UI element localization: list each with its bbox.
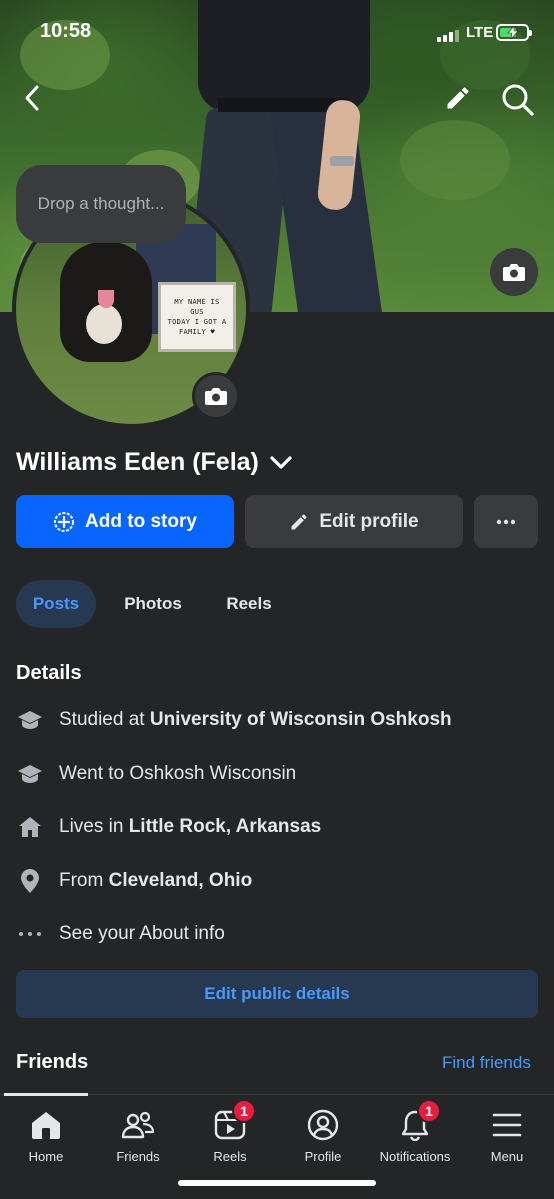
friends-icon: [121, 1111, 155, 1139]
edit-profile-button[interactable]: Edit profile: [245, 495, 463, 548]
nav-friends[interactable]: Friends: [92, 1107, 184, 1169]
camera-icon: [205, 388, 227, 405]
detail-bold[interactable]: Little Rock, Arkansas: [129, 816, 322, 837]
search-button[interactable]: [498, 80, 538, 120]
nav-profile[interactable]: Profile: [277, 1107, 369, 1169]
nav-label: Friends: [116, 1149, 160, 1164]
sign-line: FAMILY ♥: [178, 328, 216, 336]
add-circle-icon: [54, 511, 75, 532]
detail-education: Studied at University of Wisconsin Oshko…: [16, 702, 452, 738]
cover-person-watch: [330, 156, 354, 166]
find-friends-link[interactable]: Find friends: [442, 1053, 531, 1073]
cover-camera-button[interactable]: [490, 248, 538, 296]
back-button[interactable]: [14, 80, 50, 116]
notification-badge: 1: [417, 1099, 441, 1123]
search-icon: [502, 84, 534, 116]
tab-posts[interactable]: Posts: [16, 580, 96, 628]
avatar-dog-tongue: [98, 290, 114, 308]
active-tab-indicator: [4, 1093, 88, 1096]
letter-board-sign: MY NAME IS GUS TODAY I GOT A FAMILY ♥: [158, 282, 236, 352]
tab-reels[interactable]: Reels: [208, 580, 290, 628]
graduation-cap-icon: [16, 760, 44, 788]
detail-text: Lives in: [59, 816, 129, 837]
edit-public-details-label: Edit public details: [204, 984, 350, 1003]
status-time: 10:58: [40, 20, 92, 42]
profile-icon: [307, 1109, 339, 1141]
nav-label: Home: [28, 1149, 64, 1164]
detail-bold[interactable]: University of Wisconsin Oshkosh: [150, 709, 452, 730]
signal-icon: [437, 30, 459, 42]
profile-camera-button[interactable]: [192, 372, 240, 420]
home-icon: [32, 1112, 60, 1139]
location-pin-icon: [16, 867, 44, 895]
pencil-icon: [447, 87, 469, 109]
nav-reels[interactable]: 1 Reels: [184, 1099, 276, 1169]
nav-label: Profile: [304, 1149, 342, 1164]
thought-placeholder: Drop a thought...: [37, 194, 165, 213]
avatar-dog-chest: [86, 304, 122, 344]
profile-name: Williams Eden (Fela): [16, 448, 259, 476]
add-to-story-label: Add to story: [85, 510, 197, 532]
nav-menu[interactable]: Menu: [461, 1107, 553, 1169]
tab-photos[interactable]: Photos: [108, 580, 198, 628]
detail-text: See your About info: [59, 923, 225, 944]
status-bar: 10:58 LTE: [0, 0, 554, 62]
nav-label: Menu: [490, 1149, 524, 1164]
tab-label: Reels: [226, 594, 272, 613]
chevron-down-icon[interactable]: [269, 455, 293, 471]
nav-notifications[interactable]: 1 Notifications: [369, 1099, 461, 1169]
sign-line: MY NAME IS: [174, 298, 220, 306]
profile-name-row[interactable]: Williams Eden (Fela): [16, 448, 293, 477]
detail-school: Went to Oshkosh Wisconsin: [16, 756, 296, 792]
battery-icon: [496, 24, 532, 41]
home-indicator: [178, 1180, 376, 1186]
detail-bold[interactable]: Cleveland, Ohio: [109, 870, 253, 891]
network-label: LTE: [466, 24, 494, 41]
nav-label: Reels: [213, 1149, 247, 1164]
camera-icon: [503, 264, 525, 281]
edit-profile-label: Edit profile: [319, 510, 419, 532]
tab-label: Posts: [32, 594, 80, 613]
pencil-icon: [291, 513, 307, 529]
more-options-button[interactable]: [474, 495, 538, 548]
edit-cover-button[interactable]: [440, 80, 476, 116]
sign-line: TODAY I GOT A: [167, 318, 227, 326]
details-heading: Details: [16, 662, 82, 684]
thought-bubble[interactable]: Drop a thought...: [16, 165, 186, 243]
sign-line: GUS: [190, 308, 204, 316]
detail-text: Went to Oshkosh Wisconsin: [59, 763, 297, 784]
ellipsis-icon: [496, 519, 516, 524]
chevron-left-icon: [25, 85, 39, 111]
nav-label: Notifications: [379, 1149, 451, 1164]
detail-text: From: [59, 870, 109, 891]
graduation-cap-icon: [16, 706, 44, 734]
friends-heading: Friends: [16, 1051, 89, 1073]
edit-public-details-button[interactable]: Edit public details: [16, 970, 538, 1018]
foliage: [400, 120, 510, 200]
ellipsis-icon: [16, 920, 44, 948]
add-to-story-button[interactable]: Add to story: [16, 495, 234, 548]
detail-lives-in: Lives in Little Rock, Arkansas: [16, 809, 321, 845]
detail-about-info[interactable]: See your About info: [16, 916, 225, 952]
house-icon: [16, 813, 44, 841]
detail-text: Studied at: [59, 709, 150, 730]
detail-hometown: From Cleveland, Ohio: [16, 863, 252, 899]
menu-icon: [492, 1113, 522, 1137]
notification-badge: 1: [232, 1099, 256, 1123]
tab-label: Photos: [124, 594, 182, 613]
nav-home[interactable]: Home: [0, 1107, 92, 1169]
